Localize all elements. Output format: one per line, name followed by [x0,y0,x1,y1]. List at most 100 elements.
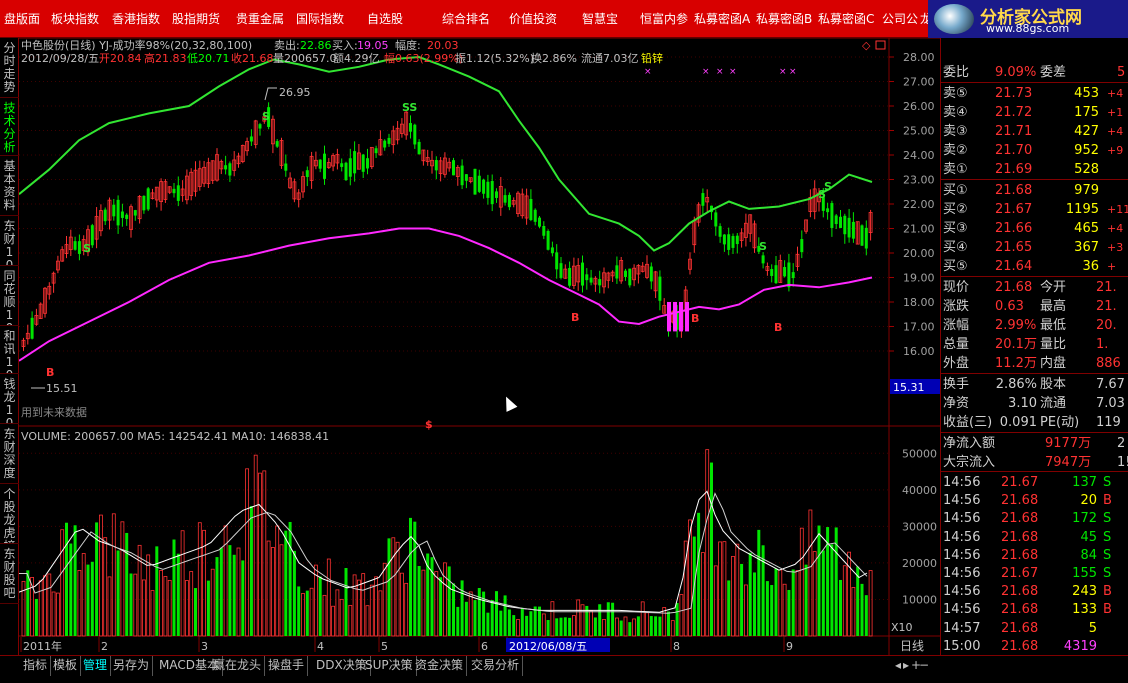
candle-body-down [464,174,468,181]
menu-item-8[interactable]: 价值投资 [509,0,571,38]
volume-bar-down [318,576,322,636]
menu-item-9[interactable]: 智慧宝 [582,0,632,38]
tick-time: 15:00 [943,638,981,654]
time-axis-label: 4 [317,640,324,653]
signal-marker: SS [402,101,417,114]
menu-item-10[interactable]: 恒富内参 [640,0,692,38]
menu-item-1[interactable]: 板块指数 [51,0,107,38]
side-tab-8[interactable]: 个股龙虎榜 [0,484,19,544]
volume-bar-up [395,541,400,637]
volume-bar-up [159,569,164,637]
menu-item-2[interactable]: 香港指数 [112,0,168,38]
chart-title: 中色股份(日线) YJ-成功率98%(20,32,80,100) [21,38,252,52]
fund-label-2: 股本 [1040,377,1067,392]
bottom-tab-8[interactable]: SUP决策 [362,656,417,676]
panel-separator [941,373,1128,374]
menu-item-5[interactable]: 国际指数 [296,0,356,38]
menu-item-7[interactable]: 综合排名 [442,0,504,38]
zoom-out-icon[interactable]: − [919,656,929,676]
menu-item-12[interactable]: 私募密函B [756,0,814,38]
candle-body-down [533,209,537,222]
side-tab-5[interactable]: 和讯10 [0,326,19,374]
candle-body-down [791,272,795,279]
side-tab-label: 东财深度 [3,427,16,480]
side-tab-6[interactable]: 钱龙10 [0,374,19,424]
maximize-icon[interactable] [875,40,886,50]
side-tab-0[interactable]: 分时走势 [0,38,19,98]
volume-bar-down [292,550,296,636]
bottom-tab-9[interactable]: 资金决策 [412,656,468,676]
stock-app-window: 盘版面 板块指数 香港指数 股指期货 贵重金属 国际指数 自选股 综合排名 价值投资 智慧宝 恒富内… [0,0,1128,683]
candle-body-down [473,168,477,195]
volume-bar-down [804,564,808,636]
bid-price: 21.64 [995,259,1033,274]
ask-row: 卖⑤ 21.73 453 +4 [941,84,1128,103]
candle-body-down [103,209,107,222]
candle-body-down [774,265,778,284]
quote-line-item: 额4.29亿 [333,52,380,65]
candle-body-down [864,227,868,249]
menu-item-3[interactable]: 股指期货 [172,0,232,38]
candle-body-down [787,262,791,288]
volume-bar-up [602,619,606,637]
candle-body-down [90,225,94,246]
bottom-tab-10[interactable]: 交易分析 [468,656,524,676]
side-tab-1[interactable]: 技术分析 [0,98,19,156]
scroll-left-icon[interactable]: ◂ [895,656,901,676]
side-tab-label: 东财10 [3,219,16,266]
menu-item-13[interactable]: 私募密函C [818,0,876,38]
quote-line-item: 流通7.03亿 [581,51,639,65]
bid-label: 买② [943,202,968,217]
bottom-tab-6[interactable]: 操盘手 [265,656,309,676]
tick-volume: 84 [1080,547,1097,563]
tick-price: 21.68 [1001,602,1039,618]
volume-bar-down [460,580,464,636]
bottom-tab-5[interactable]: 赢在龙头 [210,656,266,676]
tick-side: S [1103,511,1112,527]
candle-body-down [348,158,352,177]
volume-bar-up [99,514,103,637]
scroll-right-icon[interactable]: ▸ [903,656,909,676]
menu-item-4[interactable]: 贵重金属 [236,0,292,38]
time-axis-label: 5 [381,640,388,653]
x-marker-icon: × [729,67,737,77]
quote-label: 现价 [943,280,970,295]
bottom-tab-bar: 指标 模板 管理 另存为 MACD基本 赢在龙头 操盘手 DDX决策 SUP决策 资金决策 交易分析… [0,655,1128,683]
quote-label: 总量 [943,337,970,352]
volume-bar-up [399,572,404,637]
volume-bar-down [520,607,524,636]
volume-bar-up [111,513,116,637]
menu-item-0[interactable]: 盘版面 [4,0,46,38]
menu-item-14[interactable]: 公司公告 [882,0,918,38]
bottom-tab-3[interactable]: 另存为 [110,656,154,676]
volume-bar-up [701,552,705,637]
tick-volume: 4319 [1063,638,1097,654]
volume-bar-up [81,553,86,637]
menu-item-11[interactable]: 私募密函A [694,0,752,38]
side-tab-9[interactable]: 东财股吧 [0,544,19,604]
side-tab-4[interactable]: 同花顺10 [0,266,19,326]
candle-body-down [490,181,494,205]
price-axis-label: 24.00 [903,149,935,162]
quote-line-item: 铅锌 [641,51,663,65]
candle-body-down [770,268,774,276]
panel-separator [941,82,1128,83]
menu-item-6[interactable]: 自选股 [367,0,411,38]
tick-price: 21.67 [1001,566,1039,581]
volume-bar-up [56,592,60,637]
bottom-tab-2[interactable]: 管理 [80,656,112,676]
tick-time: 14:56 [943,475,981,490]
bottom-tab-0[interactable]: 指标 [20,656,52,676]
side-tab-3[interactable]: 东财10 [0,216,19,266]
volume-bar-up [270,547,275,637]
volume-bar-up [137,544,142,637]
volume-bar-up [378,590,383,637]
candle-body-down [546,230,550,250]
side-tab-2[interactable]: 基本资料 [0,156,19,216]
ask-volume: 528 [1074,162,1099,177]
candle-body-down [258,124,262,129]
kline-chart-area[interactable]: 28.00 27.00 26.00 25.00 24.00 23.00 22.00 21.00… [19,38,940,655]
side-tab-7[interactable]: 东财深度 [0,424,19,484]
bottom-tab-1[interactable]: 模板 [50,656,82,676]
candle-body-down [624,270,627,277]
